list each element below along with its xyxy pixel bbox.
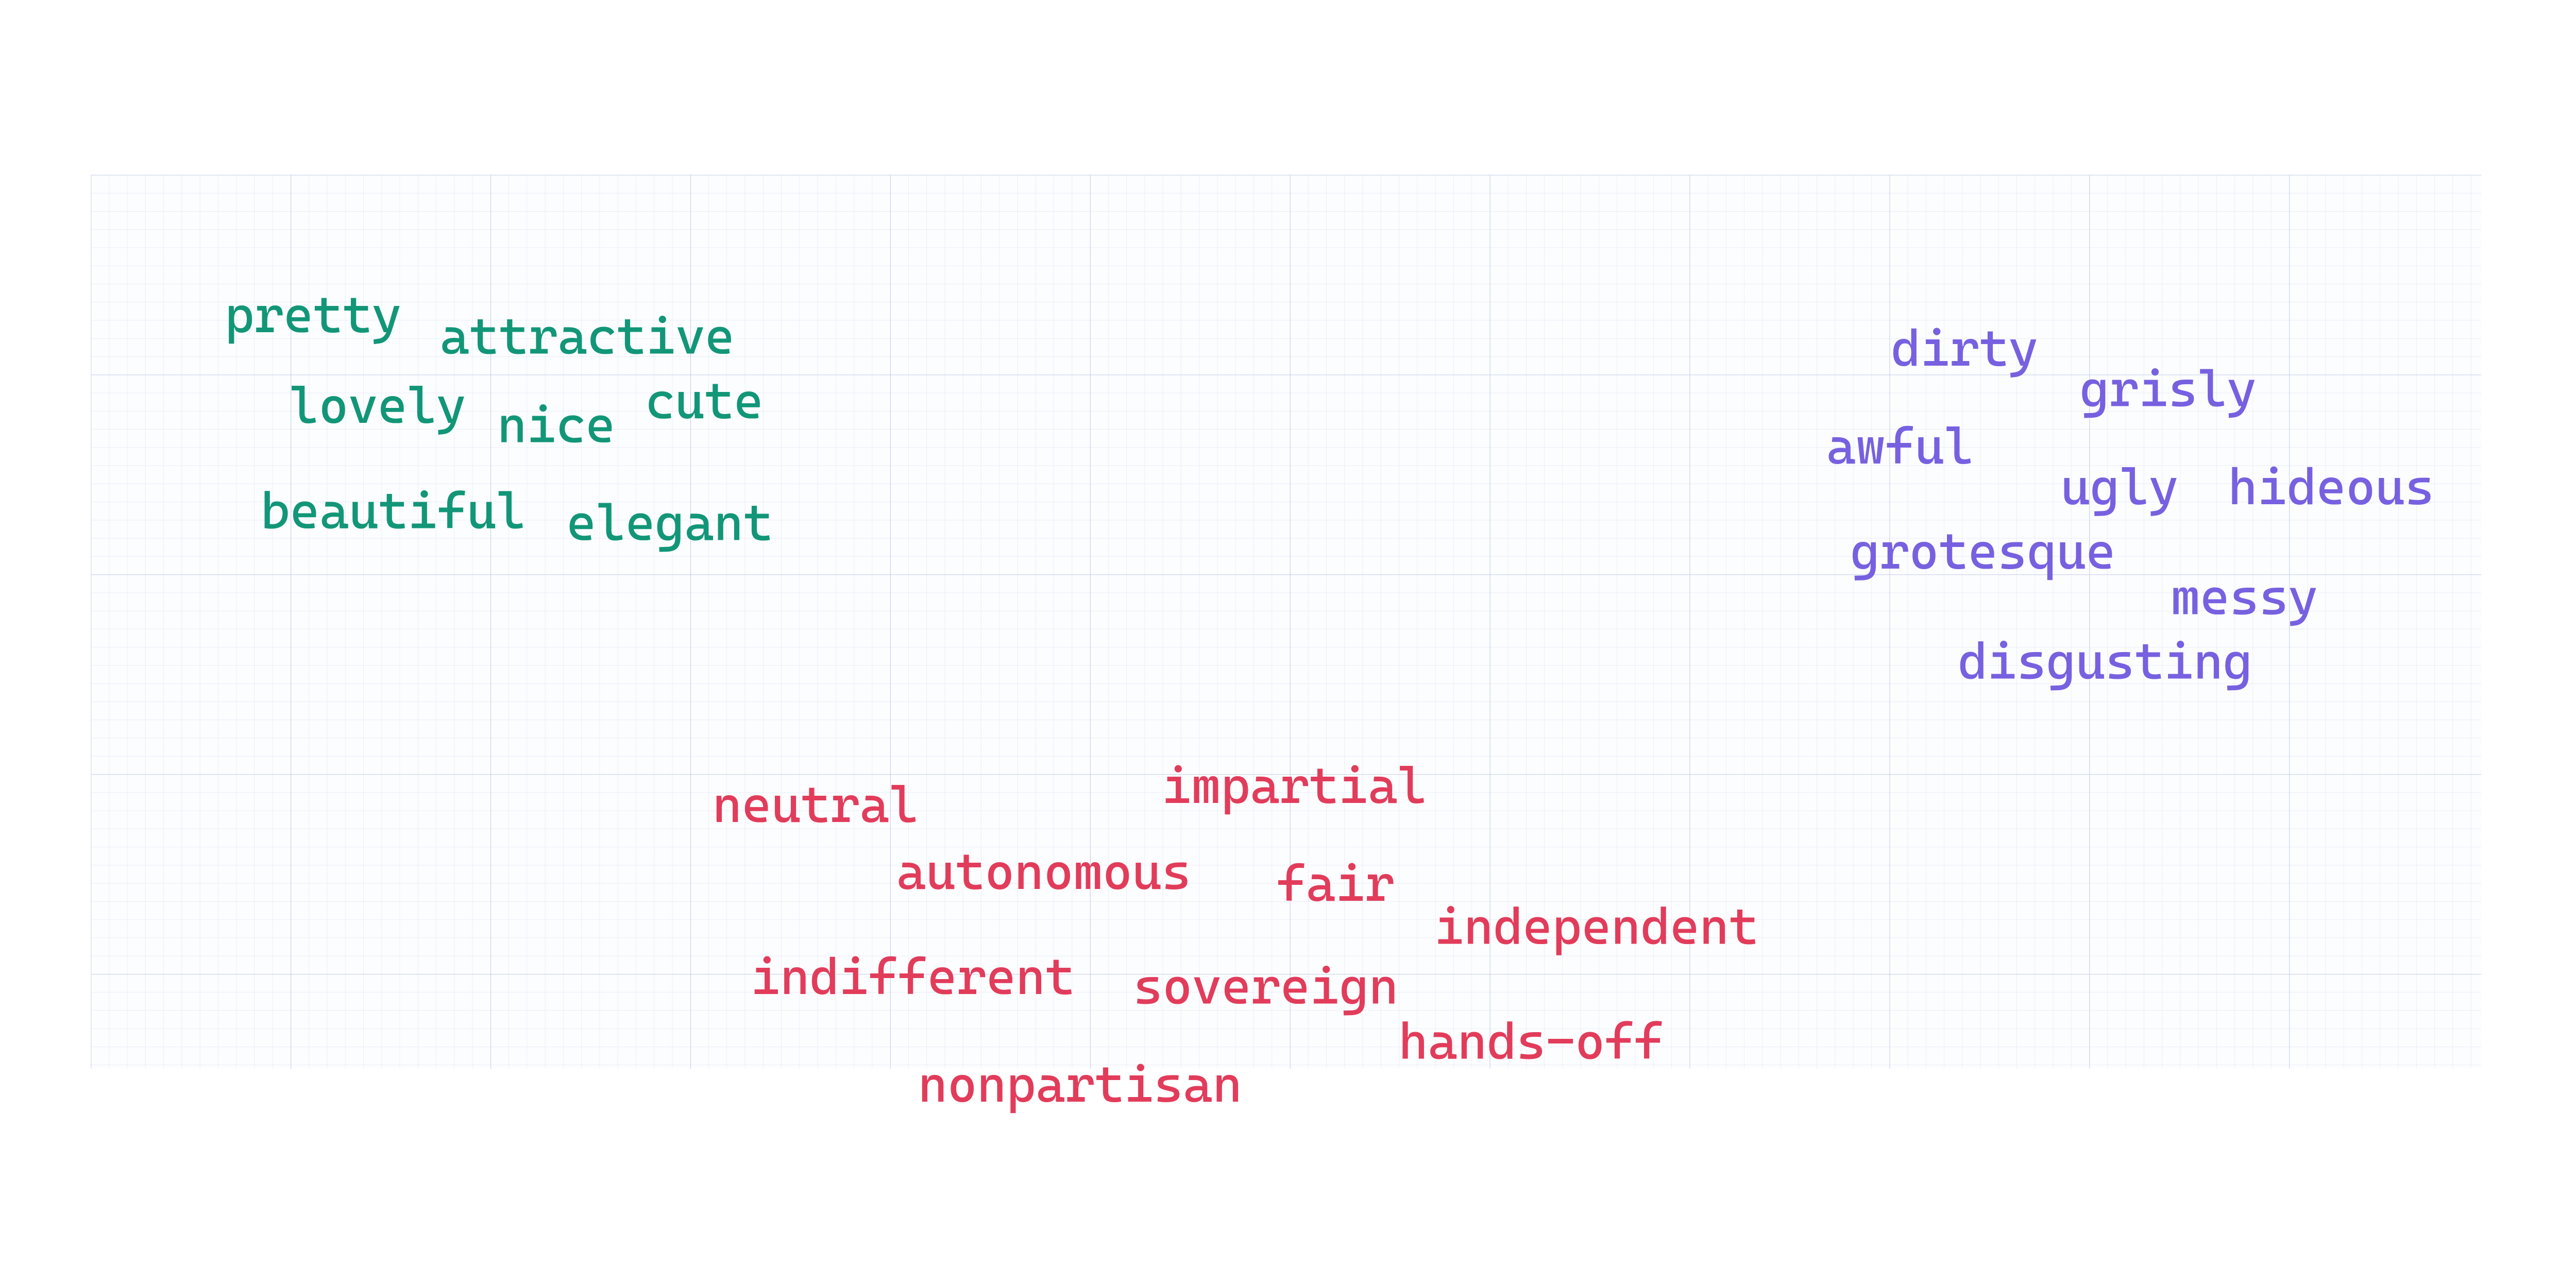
word-negative-awful: awful: [1826, 421, 1974, 471]
word-positive-attractive: attractive: [440, 311, 735, 362]
word-negative-messy: messy: [2171, 571, 2318, 622]
word-negative-hideous: hideous: [2228, 461, 2434, 512]
word-neutral-neutral: neutral: [713, 779, 919, 830]
word-negative-grisly: grisly: [2080, 364, 2257, 414]
word-neutral-nonpartisan: nonpartisan: [918, 1059, 1242, 1109]
word-neutral-handsoff: hands-off: [1398, 1016, 1664, 1066]
word-neutral-impartial: impartial: [1162, 760, 1427, 811]
word-positive-pretty: pretty: [225, 289, 401, 340]
word-positive-elegant: elegant: [567, 498, 773, 548]
word-positive-nice: nice: [497, 399, 615, 450]
word-negative-dirty: dirty: [1891, 323, 2038, 373]
embedding-canvas: pretty attractive lovely nice cute beautiful e…: [0, 46, 2576, 1222]
word-neutral-independent: independent: [1434, 901, 1758, 952]
word-positive-beautiful: beautiful: [261, 485, 526, 536]
word-neutral-autonomous: autonomous: [896, 846, 1191, 897]
word-neutral-sovereign: sovereign: [1133, 961, 1398, 1012]
word-negative-ugly: ugly: [2061, 461, 2179, 512]
word-positive-lovely: lovely: [289, 380, 466, 431]
word-neutral-indifferent: indifferent: [751, 951, 1075, 1002]
word-neutral-fair: fair: [1277, 858, 1395, 909]
word-positive-cute: cute: [646, 375, 764, 426]
word-negative-disgusting: disgusting: [1958, 636, 2252, 687]
word-negative-grotesque: grotesque: [1850, 526, 2115, 576]
